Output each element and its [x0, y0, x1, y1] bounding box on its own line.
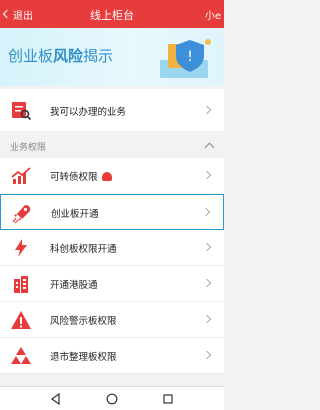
stacked-triangles-icon [11, 347, 31, 364]
list-item-chinext[interactable]: 创业板开通 [0, 194, 224, 230]
my-businesses-item[interactable]: 我可以办理的业务 [0, 89, 224, 131]
banner-title: 创业板风险揭示 [8, 45, 113, 66]
banner-text-plain: 创业板 [8, 47, 54, 65]
delisting-label: 退市整理板权限 [50, 352, 117, 363]
chevron-right-icon [202, 350, 212, 360]
warning-icon [11, 311, 31, 329]
star-market-label: 科创板权限开通 [50, 244, 117, 255]
chevron-right-icon [202, 105, 212, 115]
home-circle-icon[interactable] [106, 393, 118, 405]
document-search-icon [12, 102, 32, 121]
risk-banner[interactable]: 创业板风险揭示 ! [0, 28, 224, 86]
convertible-bond-label: 可转债权限 [50, 172, 98, 183]
list-item-hk-connect[interactable]: 开通港股通 [0, 266, 224, 302]
shield-alert-illustration-icon: ! [160, 39, 211, 78]
building-icon [14, 276, 28, 293]
list-item-delisting[interactable]: 退市整理板权限 [0, 338, 224, 374]
trend-chart-icon [11, 167, 31, 184]
top-bar: 退出 线上柜台 小e [0, 0, 224, 28]
hot-badge-icon [101, 172, 112, 181]
list-item-label: 可转债权限 [50, 169, 112, 183]
chevron-right-icon [202, 278, 212, 288]
list-item-risk-warning[interactable]: 风险警示板权限 [0, 302, 224, 338]
chevron-right-icon [202, 242, 212, 252]
system-nav-bar [0, 386, 224, 410]
rocket-icon [12, 205, 31, 224]
recents-square-icon[interactable] [162, 393, 174, 405]
chevron-right-icon [202, 170, 212, 180]
lightning-icon [15, 239, 27, 257]
back-triangle-icon[interactable] [50, 393, 62, 405]
hk-connect-label: 开通港股通 [50, 280, 98, 291]
list-item-star-market[interactable]: 科创板权限开通 [0, 230, 224, 266]
my-businesses-label: 我可以办理的业务 [50, 107, 127, 118]
banner-text-bold: 风险 [53, 47, 84, 65]
chevron-right-icon [202, 314, 212, 324]
section-header[interactable]: 业务权限 [0, 134, 224, 158]
banner-text-tail: 揭示 [83, 47, 114, 65]
svg-text:!: ! [187, 49, 193, 65]
section-label: 业务权限 [10, 143, 47, 153]
chevron-right-icon [201, 207, 211, 217]
chevron-up-icon [204, 142, 215, 153]
assistant-button[interactable]: 小e [205, 7, 221, 22]
risk-warning-label: 风险警示板权限 [50, 316, 117, 327]
page-title: 线上柜台 [90, 9, 134, 22]
chinext-label: 创业板开通 [51, 209, 99, 220]
list-item-convertible-bond[interactable]: 可转债权限 [0, 158, 224, 194]
permission-list: 可转债权限 创业板开通 科创板权限开通 开通港股通 风险警示板权限 退市整理板权… [0, 158, 224, 374]
